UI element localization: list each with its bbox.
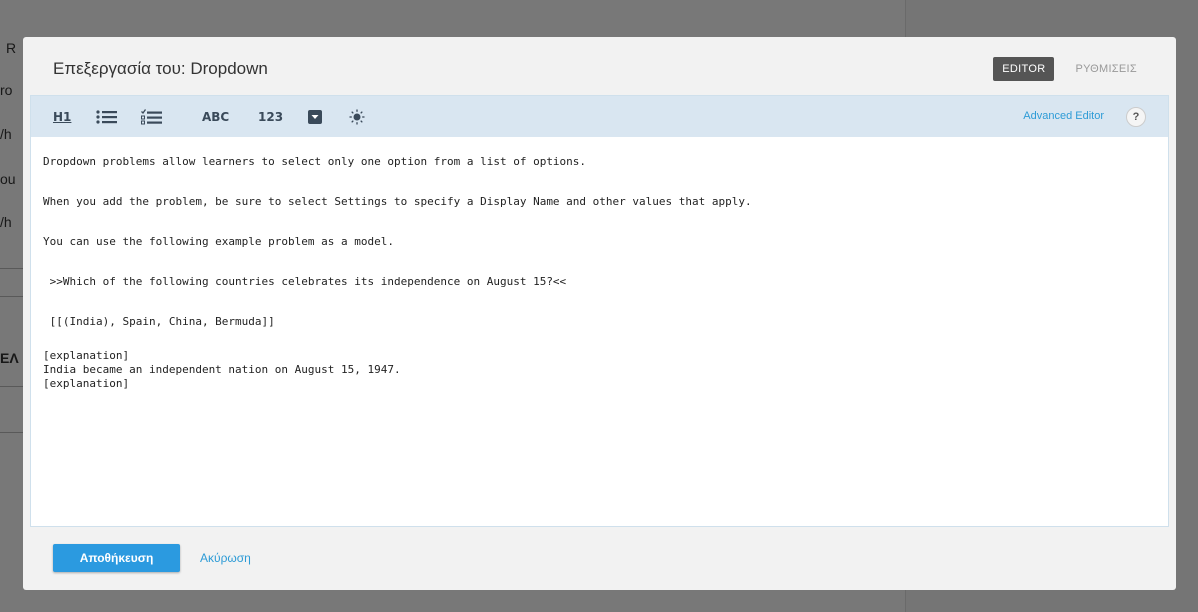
numerical-input-button[interactable]: 123 bbox=[258, 96, 283, 137]
help-button[interactable]: ? bbox=[1126, 107, 1146, 127]
editor-line: >>Which of the following countries celeb… bbox=[43, 275, 567, 288]
edit-modal: Επεξεργασία του: Dropdown EDITOR ΡΥΘΜΙΣΕ… bbox=[23, 37, 1176, 590]
modal-title-name: Dropdown bbox=[190, 59, 268, 78]
multiple-choice-button[interactable] bbox=[96, 96, 118, 137]
text-input-button[interactable]: ABC bbox=[202, 96, 229, 137]
tab-editor[interactable]: EDITOR bbox=[993, 57, 1055, 81]
lightbulb-icon bbox=[349, 109, 365, 124]
bullet-list-icon bbox=[96, 109, 117, 124]
problem-editor-textarea[interactable]: Dropdown problems allow learners to sele… bbox=[31, 137, 1168, 526]
dropdown-icon bbox=[308, 109, 322, 124]
editor-line: Dropdown problems allow learners to sele… bbox=[43, 155, 587, 168]
advanced-editor-link[interactable]: Advanced Editor bbox=[1023, 110, 1104, 122]
save-button[interactable]: Αποθήκευση bbox=[53, 544, 180, 572]
editor-frame: H1 ABC 123 Advanced Editor ? Dropdown pr… bbox=[30, 95, 1169, 527]
editor-line: India became an independent nation on Au… bbox=[43, 363, 401, 376]
cancel-button[interactable]: Ακύρωση bbox=[200, 551, 251, 565]
modal-title-prefix: Επεξεργασία του: bbox=[53, 59, 186, 78]
tab-settings[interactable]: ΡΥΘΜΙΣΕΙΣ bbox=[1066, 57, 1146, 81]
explanation-button[interactable] bbox=[349, 96, 365, 137]
editor-line: When you add the problem, be sure to sel… bbox=[43, 195, 752, 208]
modal-title: Επεξεργασία του: Dropdown bbox=[53, 59, 268, 79]
checklist-icon bbox=[141, 108, 162, 124]
modal-header: Επεξεργασία του: Dropdown EDITOR ΡΥΘΜΙΣΕ… bbox=[23, 37, 1176, 95]
modal-footer: Αποθήκευση Ακύρωση bbox=[23, 527, 1176, 590]
dropdown-button[interactable] bbox=[308, 96, 322, 137]
heading-button[interactable]: H1 bbox=[53, 96, 71, 137]
editor-line: You can use the following example proble… bbox=[43, 235, 394, 248]
mode-tabs: EDITOR ΡΥΘΜΙΣΕΙΣ bbox=[993, 57, 1146, 81]
checkbox-button[interactable] bbox=[141, 96, 163, 137]
editor-line: [explanation] bbox=[43, 349, 130, 362]
editor-toolbar: H1 ABC 123 Advanced Editor ? bbox=[31, 96, 1168, 137]
editor-line: [[(India), Spain, China, Bermuda]] bbox=[43, 315, 275, 328]
editor-line: [explanation] bbox=[43, 377, 130, 390]
